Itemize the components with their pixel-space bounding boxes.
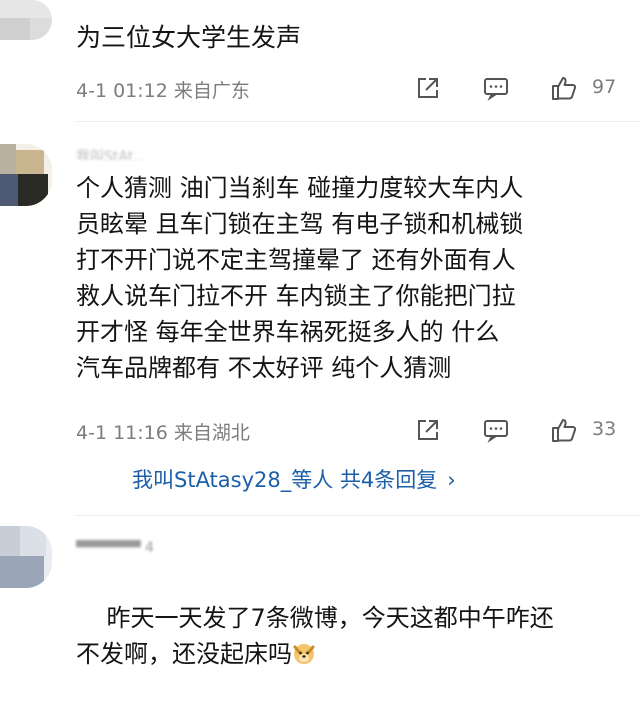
- share-icon[interactable]: [414, 416, 442, 444]
- comment-item-1: 为三位女大学生发声 4-1 01:12 来自广东 97: [0, 0, 640, 122]
- chevron-right-icon: ›: [447, 468, 456, 492]
- like-count: 33: [592, 418, 617, 440]
- comment-meta: 4-1 01:12 来自广东 97: [76, 72, 640, 106]
- thumbs-up-icon[interactable]: [550, 74, 578, 102]
- username[interactable]: 我叫StAt...: [76, 146, 196, 160]
- view-replies-link[interactable]: 我叫StAtasy28_等人 共4条回复 ›: [132, 464, 456, 494]
- comment-timestamp: 4-1 11:16 来自湖北: [76, 422, 250, 444]
- share-icon[interactable]: [414, 74, 442, 102]
- thumbs-up-icon[interactable]: [550, 416, 578, 444]
- comment-text: 昨天一天发了7条微博，今天这都中午咋还 不发啊，还没起床吗: [76, 564, 622, 708]
- comment-icon[interactable]: [482, 416, 510, 444]
- comment-icon[interactable]: [482, 74, 510, 102]
- avatar[interactable]: [0, 526, 52, 588]
- avatar[interactable]: [0, 144, 52, 206]
- like-count: 97: [592, 76, 617, 98]
- comment-meta: 4-1 11:16 来自湖北 33: [76, 414, 640, 448]
- comment-item-2: 我叫StAt... 个人猜测 油门当刹车 碰撞力度较大车内人 员眩晕 且车门锁在…: [0, 122, 640, 516]
- dog-face-emoji: [292, 639, 316, 664]
- comment-timestamp: 4-1 01:12 来自广东: [76, 80, 250, 102]
- comment-item-3: ▀▀▀▀▀▀ 4 昨天一天发了7条微博，今天这都中午咋还 不发啊，还没起床吗: [0, 516, 640, 668]
- replies-label: 我叫StAtasy28_等人 共4条回复: [132, 468, 438, 492]
- comment-text: 为三位女大学生发声: [76, 23, 302, 52]
- comment-text: 个人猜测 油门当刹车 碰撞力度较大车内人 员眩晕 且车门锁在主驾 有电子锁和机械…: [76, 174, 524, 382]
- avatar[interactable]: [0, 0, 52, 40]
- username[interactable]: ▀▀▀▀▀▀ 4: [76, 540, 276, 554]
